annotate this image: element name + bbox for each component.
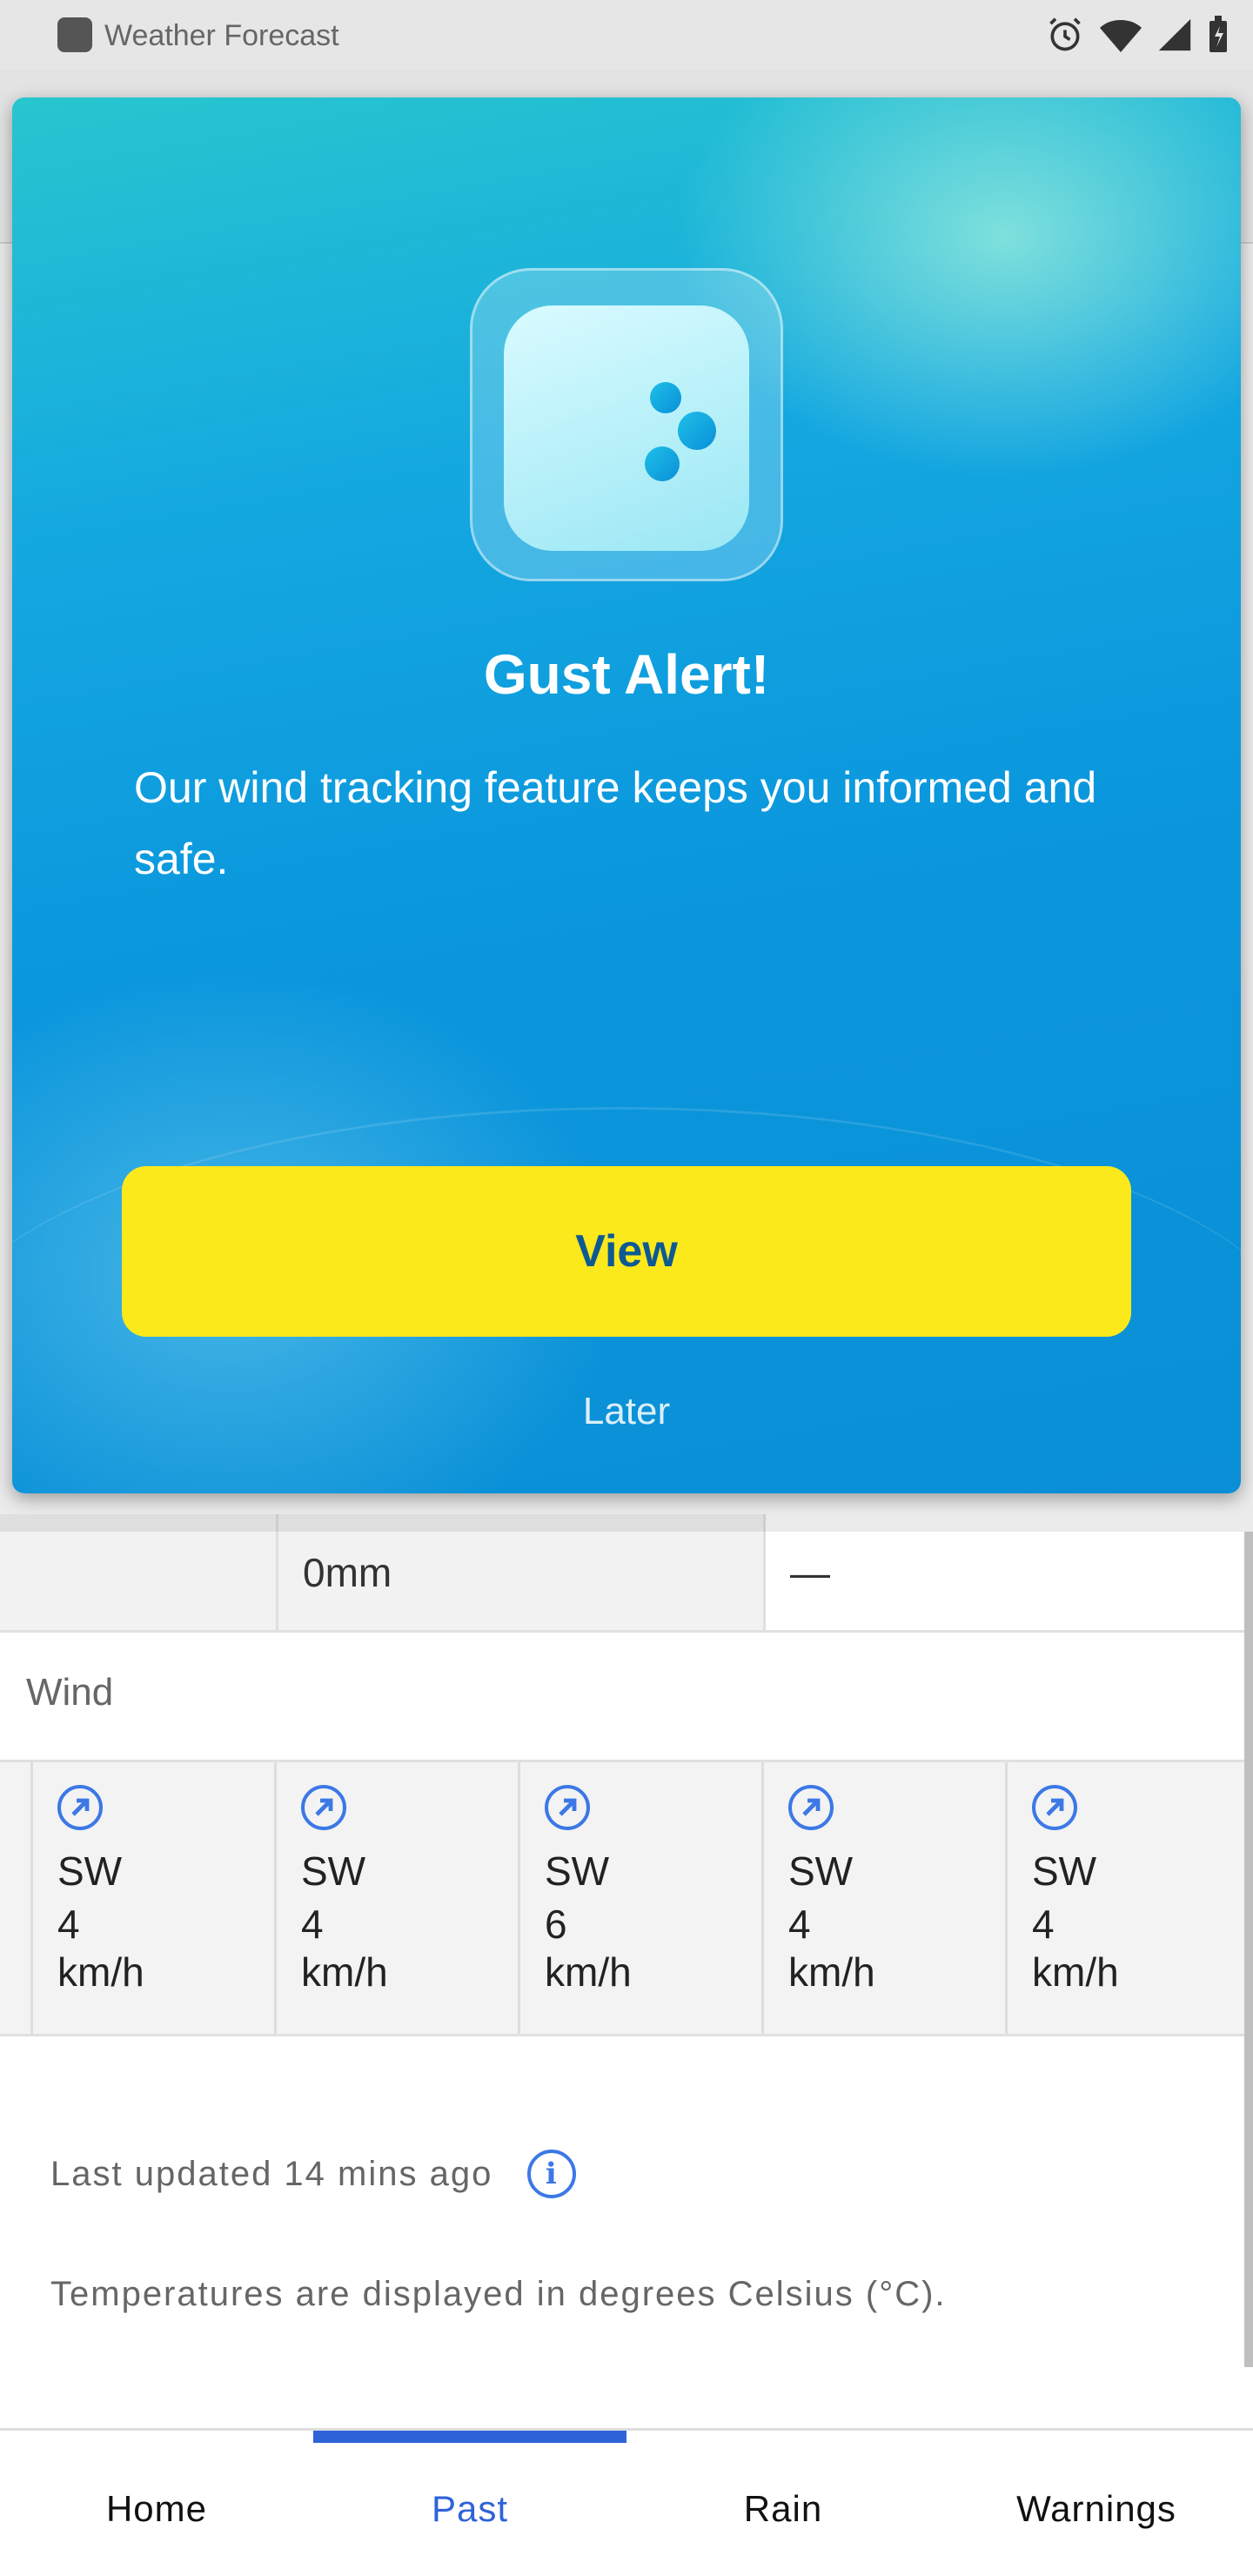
- wind-direction-arrow-icon: [788, 1785, 834, 1830]
- alarm-icon: [1049, 17, 1081, 51]
- precipitation-row: 0mm —: [0, 1514, 1253, 1633]
- wind-speed-unit: km/h: [57, 1949, 144, 1995]
- wind-speed: 4: [57, 1901, 80, 1947]
- wind-speed-unit: km/h: [1032, 1949, 1119, 1995]
- app-title: Weather Forecast: [104, 19, 339, 52]
- status-icons: [1046, 16, 1229, 54]
- wind-column: SW 4 km/h: [277, 1762, 520, 2034]
- modal-title: Gust Alert!: [483, 643, 770, 706]
- wind-speed-unit: km/h: [788, 1949, 875, 1995]
- wind-direction: SW: [545, 1848, 610, 1894]
- wind-speed: 4: [1032, 1901, 1055, 1947]
- wind-direction: SW: [57, 1848, 123, 1894]
- wind-direction: SW: [301, 1848, 366, 1894]
- nav-item-warnings[interactable]: Warnings: [940, 2488, 1253, 2530]
- wind-direction-arrow-icon: [301, 1785, 346, 1830]
- wind-direction-arrow-icon: [57, 1785, 103, 1830]
- last-updated-text: Last updated 14 mins ago: [50, 2154, 493, 2193]
- wind-direction-arrow-icon: [545, 1785, 590, 1830]
- wind-icon-tile: [504, 305, 749, 551]
- active-tab-indicator: [313, 2431, 626, 2443]
- nav-item-home[interactable]: Home: [0, 2488, 313, 2530]
- wind-direction-arrow-icon: [1032, 1785, 1077, 1830]
- wind-app-badge: [470, 268, 783, 581]
- wind-direction: SW: [1032, 1848, 1097, 1894]
- wind-table: SW 4 km/h SW 4 km/h SW 6 km/h SW 4 km/h …: [0, 1760, 1253, 2036]
- view-button[interactable]: View: [122, 1166, 1131, 1337]
- wind-speed: 4: [788, 1901, 811, 1947]
- wind-speed-unit: km/h: [301, 1949, 388, 1995]
- later-button[interactable]: Later: [122, 1377, 1131, 1446]
- signal-icon: [1158, 18, 1191, 51]
- wind-section-label: Wind: [26, 1671, 114, 1714]
- wind-speed: 4: [301, 1901, 324, 1947]
- wind-column: SW 6 km/h: [520, 1762, 764, 2034]
- nav-item-rain[interactable]: Rain: [626, 2488, 940, 2530]
- wind-icon: [546, 382, 716, 481]
- units-note: Temperatures are displayed in degrees Ce…: [50, 2275, 947, 2313]
- scrollbar[interactable]: [1244, 1532, 1253, 2367]
- wind-table-spacer: [0, 1762, 33, 2034]
- wind-column: SW 4 km/h: [33, 1762, 277, 2034]
- bottom-nav: Home Past Rain Warnings: [0, 2428, 1253, 2576]
- modal-body: Our wind tracking feature keeps you info…: [134, 763, 1097, 883]
- last-updated: Last updated 14 mins ago i: [50, 2150, 577, 2198]
- wind-column: SW 4 km/h: [764, 1762, 1008, 2034]
- wind-direction: SW: [788, 1848, 854, 1894]
- app-icon: [57, 17, 92, 52]
- nav-item-past[interactable]: Past: [313, 2488, 626, 2530]
- wind-column: SW 4 km/h: [1008, 1762, 1251, 2034]
- wifi-icon: [1100, 20, 1142, 52]
- status-bar: Weather Forecast: [0, 0, 1253, 70]
- wind-speed-unit: km/h: [545, 1949, 632, 1995]
- wind-speed: 6: [545, 1901, 567, 1947]
- battery-icon: [1209, 16, 1227, 52]
- gust-alert-modal: Gust Alert! Our wind tracking feature ke…: [12, 97, 1241, 1493]
- info-icon[interactable]: i: [527, 2150, 577, 2198]
